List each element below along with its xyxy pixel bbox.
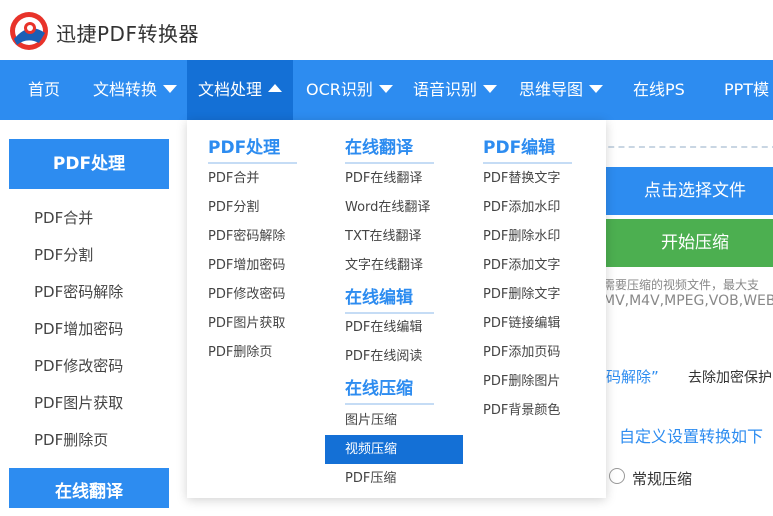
nav-label: 思维导图	[519, 80, 584, 99]
menu-item-pdf-add-page-numbers[interactable]: PDF添加页码	[483, 338, 560, 367]
menu-item-pdf-split[interactable]: PDF分割	[208, 193, 259, 222]
nav-home[interactable]: 首页	[0, 60, 88, 120]
nav-label: 文档处理	[197, 80, 262, 99]
menu-item-image-compress[interactable]: 图片压缩	[345, 406, 397, 435]
sidebar-item-pdf-split[interactable]: PDF分割	[9, 237, 169, 274]
nav-doc-convert[interactable]: 文档转换	[93, 60, 178, 120]
menu-item-pdf-change-password[interactable]: PDF修改密码	[208, 280, 285, 309]
nav-label: PPT模	[724, 80, 770, 99]
menu-item-pdf-online-read[interactable]: PDF在线阅读	[345, 342, 422, 371]
nav-speech[interactable]: 语音识别	[413, 60, 498, 120]
sidebar-item-pdf-merge[interactable]: PDF合并	[9, 200, 169, 237]
sidebar-item-pdf-delete-pages[interactable]: PDF删除页	[9, 422, 169, 459]
menu-item-pdf-compress[interactable]: PDF压缩	[345, 464, 396, 493]
select-file-button[interactable]: 点击选择文件	[606, 167, 773, 215]
menu-item-pdf-link-edit[interactable]: PDF链接编辑	[483, 309, 560, 338]
menu-item-txt-translate[interactable]: TXT在线翻译	[345, 222, 422, 251]
nav-label: OCR识别	[306, 80, 373, 99]
menu-heading-online-compress: 在线压缩	[345, 374, 434, 405]
menu-item-pdf-unlock[interactable]: PDF密码解除	[208, 222, 285, 251]
menu-item-pdf-merge[interactable]: PDF合并	[208, 164, 259, 193]
menu-item-text-translate[interactable]: 文字在线翻译	[345, 251, 423, 280]
menu-item-pdf-add-password[interactable]: PDF增加密码	[208, 251, 285, 280]
chevron-down-icon	[378, 85, 393, 93]
menu-item-pdf-online-edit[interactable]: PDF在线编辑	[345, 313, 422, 342]
menu-item-pdf-add-watermark[interactable]: PDF添加水印	[483, 193, 560, 222]
password-unlock-link[interactable]: 码解除”	[606, 366, 659, 387]
normal-compress-radio[interactable]	[609, 468, 625, 484]
sidebar-item-pdf-add-password[interactable]: PDF增加密码	[9, 311, 169, 348]
nav-mindmap[interactable]: 思维导图	[519, 60, 604, 120]
doc-process-dropdown: PDF处理 PDF合并 PDF分割 PDF密码解除 PDF增加密码 PDF修改密…	[187, 120, 606, 498]
chevron-down-icon	[163, 85, 178, 93]
start-compress-button[interactable]: 开始压缩	[606, 219, 773, 267]
menu-item-pdf-translate[interactable]: PDF在线翻译	[345, 164, 422, 193]
sidebar-item-pdf-unlock[interactable]: PDF密码解除	[9, 274, 169, 311]
nav-ppt[interactable]: PPT模	[724, 60, 769, 120]
sidebar-list: PDF合并 PDF分割 PDF密码解除 PDF增加密码 PDF修改密码 PDF图…	[9, 200, 169, 459]
sidebar-item-pdf-change-password[interactable]: PDF修改密码	[9, 348, 169, 385]
nav-label: 语音识别	[413, 80, 478, 99]
menu-item-pdf-delete-images[interactable]: PDF删除图片	[483, 367, 560, 396]
sidebar-item-pdf-extract-images[interactable]: PDF图片获取	[9, 385, 169, 422]
menu-heading-pdf-edit: PDF编辑	[483, 133, 572, 164]
nav-online-ps[interactable]: 在线PS	[633, 60, 685, 120]
nav-ocr[interactable]: OCR识别	[306, 60, 393, 120]
main-navbar: 首页 文档转换 文档处理 OCR识别 语音识别 思维导图 在线PS PPT模	[0, 60, 773, 120]
menu-heading-online-edit: 在线编辑	[345, 283, 434, 314]
nav-label: 文档转换	[93, 80, 158, 99]
menu-item-pdf-background-color[interactable]: PDF背景颜色	[483, 396, 560, 425]
menu-item-pdf-remove-watermark[interactable]: PDF删除水印	[483, 222, 560, 251]
app-title: 迅捷PDF转换器	[56, 22, 199, 46]
sidebar-heading-translate: 在线翻译	[9, 468, 169, 508]
sidebar-heading: PDF处理	[9, 139, 169, 189]
menu-item-pdf-extract-images[interactable]: PDF图片获取	[208, 309, 285, 338]
upload-hint: 需要压缩的视频文件，最大支	[603, 278, 760, 292]
menu-item-pdf-add-text[interactable]: PDF添加文字	[483, 251, 560, 280]
menu-heading-online-translate: 在线翻译	[345, 133, 434, 164]
normal-compress-label: 常规压缩	[632, 470, 693, 488]
custom-settings-heading: 自定义设置转换如下	[619, 427, 764, 446]
nav-label: 在线PS	[633, 80, 685, 99]
nav-label: 首页	[27, 80, 60, 99]
chevron-down-icon	[589, 85, 604, 93]
chevron-up-icon	[268, 84, 282, 92]
menu-item-pdf-delete-pages[interactable]: PDF删除页	[208, 338, 272, 367]
menu-item-pdf-replace-text[interactable]: PDF替换文字	[483, 164, 560, 193]
menu-item-video-compress[interactable]: 视频压缩	[325, 435, 463, 464]
nav-doc-process[interactable]: 文档处理	[187, 60, 293, 120]
supported-formats: MV,M4V,MPEG,VOB,WEB	[603, 293, 773, 309]
menu-heading-pdf-process: PDF处理	[208, 133, 297, 164]
password-unlock-desc: 去除加密保护	[688, 370, 772, 386]
app-logo-icon	[10, 12, 48, 50]
menu-item-pdf-delete-text[interactable]: PDF删除文字	[483, 280, 560, 309]
menu-item-word-translate[interactable]: Word在线翻译	[345, 193, 430, 222]
chevron-down-icon	[483, 85, 498, 93]
